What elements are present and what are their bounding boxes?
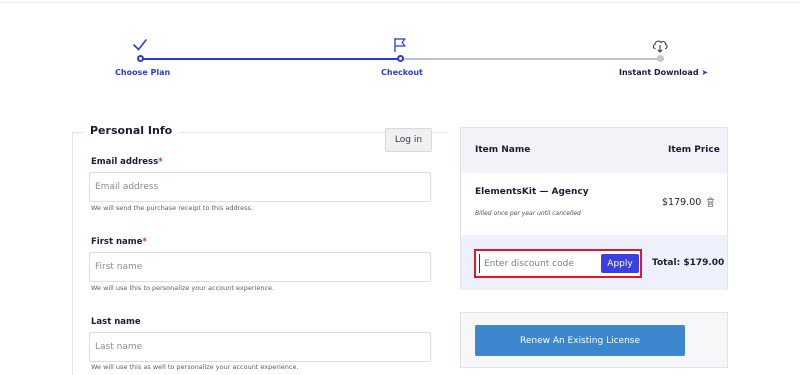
apply-button[interactable]: Apply — [601, 254, 639, 273]
flag-icon — [394, 38, 406, 52]
required-marker: * — [142, 237, 147, 247]
step-label-choose-plan: Choose Plan — [115, 68, 171, 77]
check-icon — [133, 39, 147, 51]
discount-code-input[interactable] — [479, 254, 599, 273]
personal-info-title: Personal Info — [83, 124, 180, 137]
discount-highlight: Apply — [474, 249, 642, 278]
cloud-download-icon — [652, 40, 668, 53]
first-name-field[interactable] — [89, 252, 431, 282]
first-name-help: We will use this to personalize your acc… — [91, 284, 275, 292]
rocket-icon: ➤ — [701, 68, 709, 77]
renew-license-button[interactable]: Renew An Existing License — [475, 325, 685, 356]
email-field[interactable] — [89, 172, 431, 202]
top-divider — [0, 2, 800, 3]
renew-panel: Renew An Existing License — [460, 312, 728, 368]
step-label-download-text: Instant Download — [619, 68, 699, 77]
step-label-checkout: Checkout — [381, 68, 423, 77]
last-name-label-text: Last name — [91, 317, 141, 327]
first-name-label: First name* — [91, 237, 147, 247]
trash-icon[interactable] — [706, 197, 715, 207]
order-summary: Item Name Item Price ElementsKit — Agenc… — [460, 127, 728, 290]
col-item-name: Item Name — [475, 145, 531, 155]
step-dot-checkout — [397, 55, 404, 62]
last-name-field[interactable] — [89, 332, 431, 362]
col-item-price: Item Price — [668, 145, 720, 155]
step-label-download: Instant Download ➤ — [619, 68, 708, 77]
discount-row: Apply Total: $179.00 — [461, 235, 727, 290]
step-dot-download — [657, 55, 664, 62]
email-help: We will send the purchase receipt to thi… — [91, 204, 254, 212]
step-dot-choose-plan — [137, 55, 144, 62]
item-name: ElementsKit — Agency — [475, 187, 589, 197]
billing-note: Billed once per year until cancelled — [475, 210, 581, 217]
stepper-progress — [140, 58, 400, 60]
last-name-label: Last name — [91, 317, 141, 327]
login-button[interactable]: Log in — [385, 128, 432, 152]
order-header: Item Name Item Price — [461, 128, 727, 173]
order-total: Total: $179.00 — [652, 258, 725, 268]
email-label: Email address* — [91, 157, 163, 167]
item-price: $179.00 — [662, 197, 702, 208]
last-name-help: We will use this as well to personalize … — [91, 363, 299, 371]
first-name-label-text: First name — [91, 237, 143, 247]
email-label-text: Email address — [91, 157, 159, 167]
required-marker: * — [158, 157, 163, 167]
